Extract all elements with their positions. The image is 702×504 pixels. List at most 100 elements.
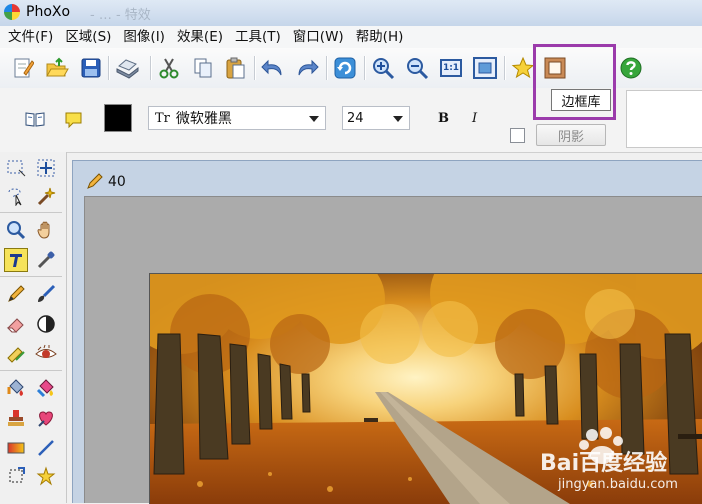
scissors-icon — [159, 58, 179, 79]
menu-image[interactable]: 图像(I) — [117, 26, 171, 48]
italic-button[interactable]: I — [472, 111, 477, 126]
menu-tools[interactable]: 工具(T) — [229, 26, 287, 48]
rect-select-tool[interactable] — [4, 156, 28, 180]
fit-window-icon — [473, 57, 497, 79]
bold-button[interactable]: B — [438, 111, 449, 126]
menu-file[interactable]: 文件(F) — [2, 26, 59, 48]
zoom-in-button[interactable] — [370, 55, 396, 81]
shadow-button[interactable]: 阴影 — [536, 124, 606, 146]
cut-button[interactable] — [156, 55, 182, 81]
eraser-tool[interactable] — [4, 312, 28, 336]
font-size-select[interactable]: 24 — [342, 106, 410, 130]
hand-icon — [37, 221, 50, 239]
magic-wand-tool[interactable] — [34, 184, 58, 208]
text-preview-box — [626, 90, 702, 148]
title-bar: PhoXo - … - 特效 — [0, 0, 702, 26]
color-replace-tool[interactable] — [34, 376, 58, 400]
shape-tool[interactable] — [34, 406, 58, 430]
eye-icon — [35, 344, 57, 358]
copy-button[interactable] — [190, 55, 216, 81]
lasso-tool[interactable] — [4, 184, 28, 208]
zoom-tool[interactable] — [4, 218, 28, 242]
contrast-icon — [37, 315, 55, 333]
new-icon — [14, 58, 34, 78]
move-select-tool[interactable] — [34, 156, 58, 180]
color-bucket-icon — [36, 379, 54, 398]
fill-tool[interactable] — [4, 376, 28, 400]
pencil-tool[interactable] — [4, 282, 28, 306]
effects-tool[interactable] — [34, 464, 58, 488]
gradient-tool[interactable] — [4, 436, 28, 460]
shadow-checkbox[interactable] — [510, 128, 525, 143]
font-family-value: 微软雅黑 — [175, 111, 232, 127]
chevron-down-icon — [309, 116, 319, 122]
paint-bucket-icon — [7, 379, 24, 396]
actual-size-button[interactable]: 1:1 — [438, 55, 464, 81]
chevron-down-icon — [393, 116, 403, 122]
hand-tool[interactable] — [34, 218, 58, 242]
window-title: PhoXo — [26, 4, 71, 20]
magnifier-icon — [7, 221, 26, 240]
fit-window-button[interactable] — [472, 55, 498, 81]
refresh-icon — [334, 57, 356, 79]
undo-icon — [261, 59, 282, 76]
text-t-icon — [10, 254, 22, 267]
redo-button[interactable] — [294, 55, 320, 81]
frame-library-tooltip: 边框库 — [551, 89, 611, 111]
paste-button[interactable] — [222, 55, 248, 81]
help-question-icon — [620, 57, 642, 79]
font-size-value: 24 — [347, 110, 364, 126]
contrast-tool[interactable] — [34, 312, 58, 336]
menu-window[interactable]: 窗口(W) — [287, 26, 350, 48]
open-button[interactable] — [44, 55, 70, 81]
eyedropper-tool[interactable] — [34, 248, 58, 272]
red-eye-tool[interactable] — [34, 342, 58, 366]
redo-icon — [298, 59, 319, 76]
save-disk-icon — [81, 58, 101, 78]
pencil-icon — [86, 172, 104, 194]
actual-size-icon: 1:1 — [440, 59, 462, 77]
crop-tool[interactable] — [4, 464, 28, 488]
baidu-watermark: Bai百度经验 jingyan.baidu.com — [540, 425, 700, 501]
undo-button[interactable] — [260, 55, 286, 81]
marquee-select-icon — [7, 160, 26, 177]
watermark-brand: Bai百度经验 — [540, 451, 668, 476]
print-button[interactable] — [114, 55, 140, 81]
document-title: 40 — [108, 174, 126, 190]
crop-rotate-icon — [9, 467, 25, 483]
text-tool[interactable] — [4, 248, 28, 272]
brush-tool[interactable] — [34, 282, 58, 306]
menu-effects[interactable]: 效果(E) — [171, 26, 229, 48]
font-family-select[interactable]: Tr 微软雅黑 — [148, 106, 326, 130]
zoom-out-button[interactable] — [404, 55, 430, 81]
copy-icon — [194, 58, 212, 78]
heart-shape-icon — [38, 411, 53, 427]
phoxo-logo-icon — [4, 4, 20, 20]
menu-help[interactable]: 帮助(H) — [350, 26, 410, 48]
text-color-swatch[interactable] — [104, 104, 132, 132]
zoom-out-icon — [407, 58, 429, 80]
sparkle-star-icon — [36, 466, 56, 486]
watermark-url: jingyan.baidu.com — [558, 477, 678, 492]
window-title-faint: - … - 特效 — [90, 8, 151, 23]
book-icon — [25, 112, 45, 127]
pencil-icon — [8, 285, 25, 302]
menu-selection[interactable]: 区域(S) — [59, 26, 117, 48]
save-button[interactable] — [78, 55, 104, 81]
stamp-tool[interactable] — [4, 406, 28, 430]
new-button[interactable] — [10, 55, 36, 81]
line-tool[interactable] — [34, 436, 58, 460]
paintbrush-icon — [38, 284, 56, 302]
magic-wand-icon — [37, 187, 56, 206]
clone-stamp-icon — [7, 347, 25, 363]
text-bubble-button[interactable] — [64, 110, 84, 134]
lasso-icon — [8, 188, 22, 206]
tool-panel — [0, 152, 67, 503]
gradient-icon — [7, 442, 25, 454]
text-direction-button[interactable] — [24, 110, 46, 132]
help-button[interactable] — [618, 55, 644, 81]
clone-tool[interactable] — [4, 342, 28, 366]
line-icon — [38, 440, 54, 456]
stamp-icon — [8, 410, 24, 426]
refresh-button[interactable] — [332, 55, 358, 81]
